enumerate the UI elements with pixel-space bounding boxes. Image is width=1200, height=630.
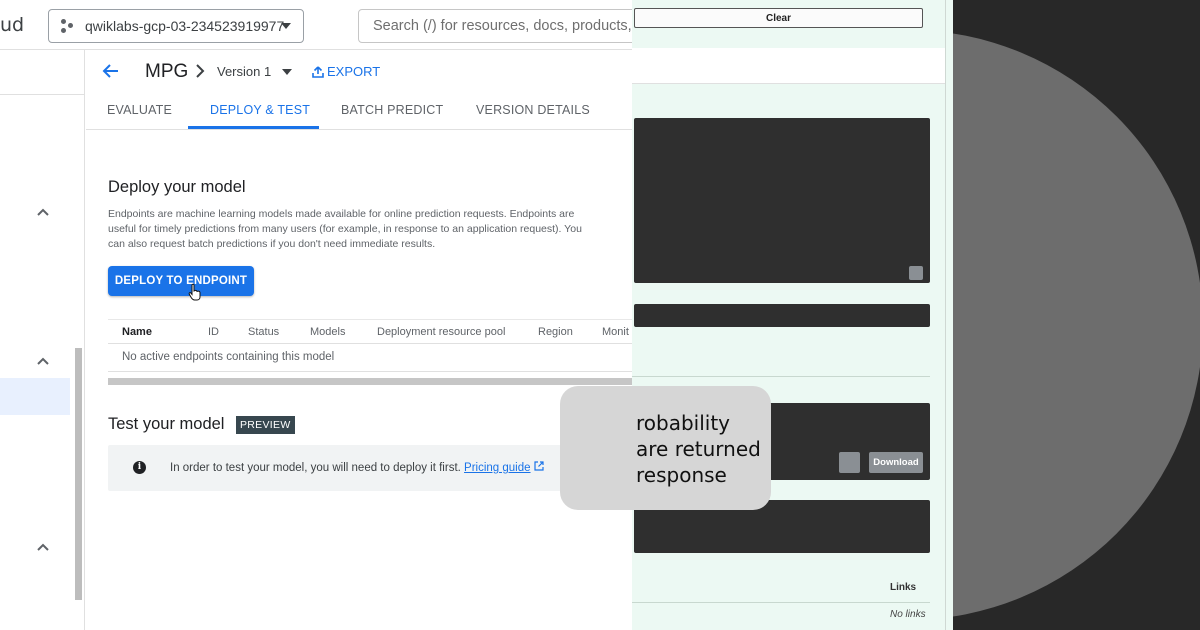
project-icon — [59, 17, 77, 35]
download-button[interactable]: Download — [869, 452, 923, 473]
chevron-up-icon[interactable] — [37, 541, 49, 553]
search-input[interactable]: Search (/) for resources, docs, products… — [358, 9, 632, 43]
decorative-circle — [953, 30, 1200, 620]
left-nav — [0, 50, 85, 630]
clear-button[interactable]: Clear — [634, 8, 923, 28]
chevron-down-icon — [281, 23, 291, 29]
background-decoration — [953, 0, 1200, 630]
column-header[interactable]: Models — [310, 326, 345, 338]
tab-evaluate[interactable]: EVALUATE — [107, 103, 172, 117]
output-panel: Clear Links No links — [632, 0, 953, 630]
export-button[interactable]: EXPORT — [312, 64, 380, 79]
column-header[interactable]: Name — [122, 326, 152, 338]
top-bar: ud qwiklabs-gcp-03-234523919977 Search (… — [0, 0, 632, 50]
chevron-right-icon — [196, 64, 205, 78]
chevron-up-icon[interactable] — [37, 355, 49, 367]
info-icon: i — [133, 461, 146, 474]
section-description: Endpoints are machine learning models ma… — [108, 208, 582, 250]
tab-batch-predict[interactable]: BATCH PREDICT — [341, 103, 443, 117]
tooltip-text: robability are returned response — [636, 411, 761, 487]
upload-icon — [312, 65, 324, 78]
section-title: Deploy your model — [108, 178, 246, 196]
panel-band — [632, 48, 945, 84]
panel-border — [945, 0, 946, 630]
no-links-label: No links — [890, 609, 926, 620]
horizontal-scrollbar[interactable] — [108, 378, 632, 385]
copy-icon[interactable] — [839, 452, 860, 473]
nav-scrollbar[interactable] — [75, 348, 82, 600]
pricing-guide-label: Pricing guide — [464, 462, 531, 474]
tab-bar: EVALUATE DEPLOY & TEST BATCH PREDICT VER… — [86, 94, 632, 130]
chevron-up-icon[interactable] — [37, 206, 49, 218]
output-area[interactable] — [634, 118, 930, 283]
tab-deploy-test[interactable]: DEPLOY & TEST — [210, 103, 310, 117]
version-select[interactable]: Version 1 — [217, 64, 271, 79]
page-header: MPG Version 1 EXPORT — [86, 50, 632, 94]
project-picker[interactable]: qwiklabs-gcp-03-234523919977 — [48, 9, 304, 43]
deploy-to-endpoint-button[interactable]: DEPLOY TO ENDPOINT — [108, 266, 254, 296]
chevron-down-icon[interactable] — [282, 69, 292, 75]
open-in-new-icon[interactable] — [534, 461, 544, 471]
divider — [632, 602, 930, 603]
endpoints-table: Name ID Status Models Deployment resourc… — [108, 319, 632, 372]
preview-badge: PREVIEW — [236, 416, 295, 434]
column-header[interactable]: Deployment resource pool — [377, 326, 505, 338]
model-name: MPG — [145, 61, 189, 82]
column-header[interactable]: Region — [538, 326, 573, 338]
info-text: In order to test your model, you will ne… — [170, 462, 461, 474]
links-label: Links — [890, 582, 917, 593]
info-callout: i In order to test your model, you will … — [108, 445, 584, 491]
table-empty-row: No active endpoints containing this mode… — [108, 344, 632, 372]
gcp-console: ud qwiklabs-gcp-03-234523919977 Search (… — [0, 0, 632, 630]
divider — [632, 376, 930, 377]
project-name: qwiklabs-gcp-03-234523919977 — [85, 18, 285, 34]
column-header[interactable]: ID — [208, 326, 219, 338]
tab-version-details[interactable]: VERSION DETAILS — [476, 103, 590, 117]
copy-icon[interactable] — [909, 266, 923, 280]
column-header[interactable]: Status — [248, 326, 279, 338]
divider — [0, 94, 85, 95]
column-header[interactable]: Monit — [602, 326, 629, 338]
pricing-guide-link[interactable]: Pricing guide — [464, 462, 530, 474]
export-label: EXPORT — [327, 64, 381, 79]
hand-cursor-icon — [188, 283, 201, 301]
brand-logo-text: ud — [0, 14, 25, 36]
nav-item-selected[interactable] — [0, 378, 70, 415]
back-arrow-icon[interactable] — [102, 62, 120, 80]
info-message: In order to test your model, you will ne… — [170, 461, 544, 474]
active-tab-indicator — [188, 126, 319, 129]
section-title: Test your model — [108, 415, 225, 433]
empty-message: No active endpoints containing this mode… — [122, 351, 335, 363]
output-field[interactable] — [634, 304, 930, 327]
table-header: Name ID Status Models Deployment resourc… — [108, 319, 632, 344]
